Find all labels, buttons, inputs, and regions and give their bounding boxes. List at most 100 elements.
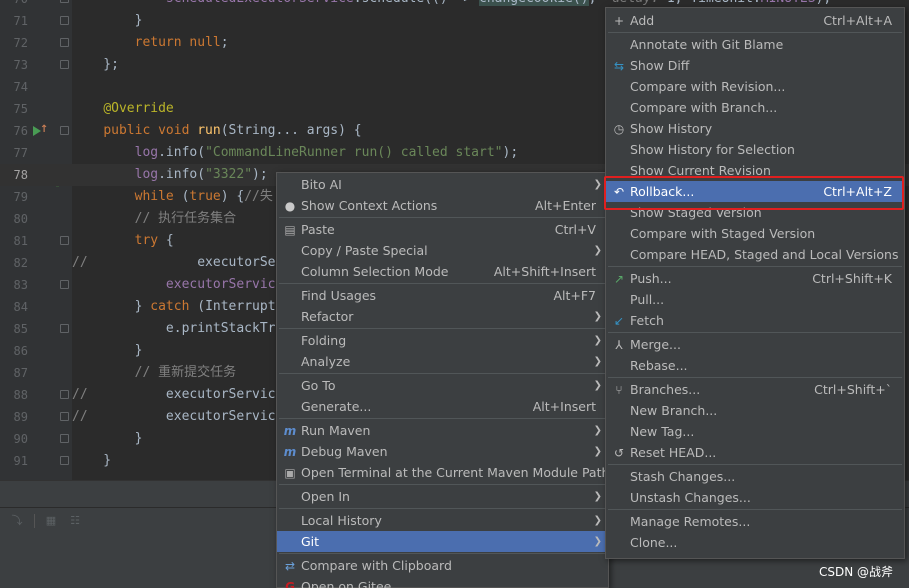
table-icon[interactable]: ▦ — [44, 515, 58, 527]
layout-icon[interactable]: ☷ — [68, 515, 82, 527]
fold-toggle-icon[interactable] — [60, 434, 69, 443]
git-branches[interactable]: ⑂ Branches... Ctrl+Shift+` — [606, 379, 904, 400]
ctx-copy-paste-special[interactable]: Copy / Paste Special ❯ — [277, 240, 608, 261]
code-text: @Override — [103, 101, 174, 116]
step-icon[interactable]: ⤵ — [10, 515, 24, 527]
git-show-staged[interactable]: Show Staged Version — [606, 202, 904, 223]
git-rollback[interactable]: ↶ Rollback... Ctrl+Alt+Z — [606, 181, 904, 202]
menu-separator — [608, 32, 902, 33]
fold-toggle-icon[interactable] — [60, 38, 69, 47]
fold-toggle-icon[interactable] — [60, 0, 69, 3]
line-number: 85 — [13, 322, 28, 336]
git-compare-branch[interactable]: Compare with Branch... — [606, 97, 904, 118]
fold-toggle-icon[interactable] — [60, 126, 69, 135]
ctx-bito-ai[interactable]: Bito AI ❯ — [277, 174, 608, 195]
menu-item-label: Unstash Changes... — [630, 490, 751, 505]
fold-toggle-icon[interactable] — [60, 280, 69, 289]
reset-icon: ↺ — [613, 446, 625, 460]
menu-separator — [279, 217, 606, 218]
compare-icon: ⇄ — [284, 559, 296, 573]
menu-item-label: Compare with Staged Version — [630, 226, 816, 241]
git-clone[interactable]: Clone... — [606, 532, 904, 553]
gitee-icon: G — [285, 580, 295, 588]
code-text: try { — [134, 233, 174, 248]
git-show-diff[interactable]: ⇆ Show Diff — [606, 55, 904, 76]
git-show-history[interactable]: ◷ Show History — [606, 118, 904, 139]
menu-item-label: New Branch... — [630, 403, 718, 418]
override-marker-icon[interactable]: ↑ — [40, 125, 48, 135]
fold-toggle-icon[interactable] — [60, 16, 69, 25]
git-new-tag[interactable]: New Tag... — [606, 421, 904, 442]
ctx-debug-maven[interactable]: m Debug Maven ❯ — [277, 441, 608, 462]
git-show-current-revision[interactable]: Show Current Revision — [606, 160, 904, 181]
menu-item-label: Pull... — [630, 292, 665, 307]
fold-toggle-icon[interactable] — [60, 60, 69, 69]
git-unstash[interactable]: Unstash Changes... — [606, 487, 904, 508]
menu-item-label: Clone... — [630, 535, 678, 550]
fold-toggle-icon[interactable] — [60, 390, 69, 399]
menu-item-label: Debug Maven — [301, 444, 388, 459]
git-merge[interactable]: ⅄ Merge... — [606, 334, 904, 355]
ctx-paste[interactable]: ▤ Paste Ctrl+V — [277, 219, 608, 240]
ctx-folding[interactable]: Folding ❯ — [277, 330, 608, 351]
line-number: 86 — [13, 344, 28, 358]
menu-item-label: Show Current Revision — [630, 163, 771, 178]
line-number: 76 — [13, 124, 28, 138]
ctx-generate[interactable]: Generate... Alt+Insert — [277, 396, 608, 417]
menu-item-label: Bito AI — [301, 177, 342, 192]
ctx-open-on-gitee[interactable]: G Open on Gitee — [277, 576, 608, 588]
git-pull[interactable]: Pull... — [606, 289, 904, 310]
ctx-git[interactable]: Git ❯ — [277, 531, 608, 552]
fold-toggle-icon[interactable] — [60, 236, 69, 245]
ctx-find-usages[interactable]: Find Usages Alt+F7 — [277, 285, 608, 306]
fold-toggle-icon[interactable] — [60, 412, 69, 421]
line-number: 89 — [13, 410, 28, 424]
ctx-column-selection-mode[interactable]: Column Selection Mode Alt+Shift+Insert — [277, 261, 608, 282]
ctx-show-context-actions[interactable]: ● Show Context Actions Alt+Enter — [277, 195, 608, 216]
menu-item-label: Annotate with Git Blame — [630, 37, 784, 52]
menu-item-label: Compare HEAD, Staged and Local Versions — [630, 247, 899, 262]
git-compare-revision[interactable]: Compare with Revision... — [606, 76, 904, 97]
git-reset-head[interactable]: ↺ Reset HEAD... — [606, 442, 904, 463]
menu-item-label: Analyze — [301, 354, 351, 369]
line-number: 79 — [13, 190, 28, 204]
ctx-go-to[interactable]: Go To ❯ — [277, 375, 608, 396]
git-fetch[interactable]: ↙ Fetch — [606, 310, 904, 331]
chevron-right-icon: ❯ — [593, 179, 602, 190]
git-rebase[interactable]: Rebase... — [606, 355, 904, 376]
ctx-refactor[interactable]: Refactor ❯ — [277, 306, 608, 327]
git-show-history-selection[interactable]: Show History for Selection — [606, 139, 904, 160]
code-text: } — [72, 13, 143, 28]
git-new-branch[interactable]: New Branch... — [606, 400, 904, 421]
fold-toggle-icon[interactable] — [60, 324, 69, 333]
menu-item-label: Show History for Selection — [630, 142, 795, 157]
git-add[interactable]: + Add Ctrl+Alt+A — [606, 10, 904, 31]
menu-item-label: Stash Changes... — [630, 469, 736, 484]
git-compare-staged[interactable]: Compare with Staged Version — [606, 223, 904, 244]
git-annotate[interactable]: Annotate with Git Blame — [606, 34, 904, 55]
ctx-local-history[interactable]: Local History ❯ — [277, 510, 608, 531]
push-icon: ↗ — [613, 272, 625, 286]
line-number: 83 — [13, 278, 28, 292]
git-push[interactable]: ↗ Push... Ctrl+Shift+K — [606, 268, 904, 289]
git-stash[interactable]: Stash Changes... — [606, 466, 904, 487]
chevron-right-icon: ❯ — [593, 515, 602, 526]
fetch-icon: ↙ — [613, 314, 625, 328]
ctx-open-in[interactable]: Open In ❯ — [277, 486, 608, 507]
clock-icon: ◷ — [613, 122, 625, 136]
line-number: 78 — [13, 168, 28, 182]
git-manage-remotes[interactable]: Manage Remotes... — [606, 511, 904, 532]
bulb-icon: ● — [284, 199, 296, 213]
ctx-analyze[interactable]: Analyze ❯ — [277, 351, 608, 372]
git-compare-head[interactable]: Compare HEAD, Staged and Local Versions — [606, 244, 904, 265]
code-text: while (true) {//失 — [134, 189, 273, 204]
code-text: log.info("CommandLineRunner run() called… — [134, 145, 519, 160]
code-text: // executorService. — [72, 387, 292, 402]
code-text: } — [72, 343, 143, 358]
code-text: } — [72, 431, 143, 446]
ctx-run-maven[interactable]: m Run Maven ❯ — [277, 420, 608, 441]
line-number: 91 — [13, 454, 28, 468]
ctx-compare-clipboard[interactable]: ⇄ Compare with Clipboard — [277, 555, 608, 576]
ctx-open-terminal[interactable]: ▣ Open Terminal at the Current Maven Modu… — [277, 462, 609, 483]
fold-toggle-icon[interactable] — [60, 456, 69, 465]
